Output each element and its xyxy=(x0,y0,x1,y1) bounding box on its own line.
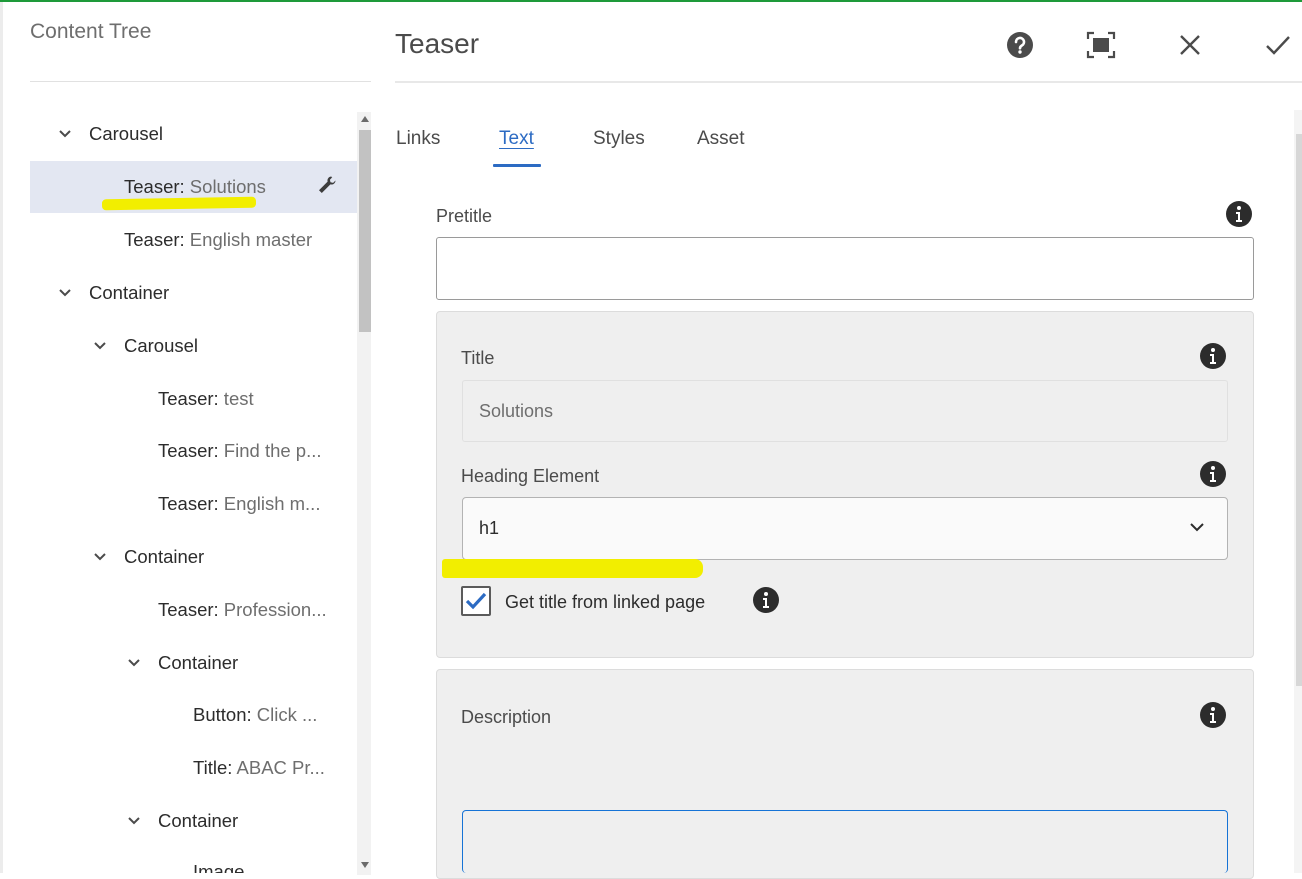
chevron-down-icon[interactable] xyxy=(127,814,141,828)
tree-item-type: Teaser: xyxy=(158,440,219,461)
close-icon xyxy=(1180,35,1200,55)
chevron-down-icon xyxy=(1190,523,1204,532)
get-title-label: Get title from linked page xyxy=(505,592,706,612)
tab-text[interactable]: Text xyxy=(499,128,534,150)
dialog-divider xyxy=(395,81,1302,83)
heading-element-label: Heading Element xyxy=(461,466,600,486)
tree-item-type: Teaser: xyxy=(124,229,185,250)
tree-item-type: Teaser: xyxy=(158,388,219,409)
chevron-down-icon[interactable] xyxy=(93,339,107,353)
dialog-scrollbar-thumb[interactable] xyxy=(1296,134,1302,686)
pretitle-input[interactable] xyxy=(436,237,1254,300)
fullscreen-icon xyxy=(1086,31,1116,59)
highlight-mark xyxy=(442,559,703,578)
tab-links[interactable]: Links xyxy=(396,128,440,150)
tree-item-type: Teaser: xyxy=(158,493,219,514)
info-icon[interactable] xyxy=(1199,342,1227,370)
tree-item-teaser-test[interactable]: Teaser: test xyxy=(30,373,357,425)
tree-item-name: English m... xyxy=(218,493,321,514)
info-icon[interactable] xyxy=(1225,200,1253,228)
tree-item-type: Container xyxy=(124,546,205,567)
tree-item-teaser-english[interactable]: Teaser: English m... xyxy=(30,478,357,530)
tree-item-type: Carousel xyxy=(124,335,199,356)
tree-item-carousel[interactable]: Carousel xyxy=(30,320,357,372)
tree-item-name: Solutions xyxy=(184,176,266,197)
tree-item-container[interactable]: Container xyxy=(30,531,357,583)
tree-item-type: Carousel xyxy=(89,123,164,144)
info-icon[interactable] xyxy=(1199,460,1227,488)
tree-item-type: Teaser: xyxy=(158,599,219,620)
tree-item-type: Container xyxy=(158,652,239,673)
panel-edge xyxy=(0,2,3,873)
heading-element-select[interactable]: h1 xyxy=(462,497,1228,560)
get-title-checkbox[interactable] xyxy=(461,586,491,616)
teaser-dialog: Teaser Links Text Styles Asset Pretitle xyxy=(371,2,1302,879)
close-button[interactable] xyxy=(1173,28,1207,62)
tree-item-type: Button: xyxy=(193,704,252,725)
title-input[interactable]: Solutions xyxy=(462,380,1228,442)
tree-item-name: ABAC Pr... xyxy=(232,757,325,778)
tree-item-container[interactable]: Container xyxy=(30,795,357,847)
help-button[interactable] xyxy=(1003,28,1037,62)
title-label: Title xyxy=(461,348,495,368)
content-tree-panel: Content Tree Carousel Teaser: Solutions … xyxy=(0,2,371,875)
checkmark-icon xyxy=(1266,36,1290,55)
description-editor[interactable] xyxy=(462,810,1228,873)
tree-item-title[interactable]: Title: ABAC Pr... xyxy=(30,742,357,794)
dialog-title: Teaser xyxy=(395,28,480,59)
chevron-down-icon[interactable] xyxy=(58,127,72,141)
tree-scrollbar-thumb[interactable] xyxy=(359,130,371,332)
tree-item-teaser-find[interactable]: Teaser: Find the p... xyxy=(30,425,357,477)
done-button[interactable] xyxy=(1261,28,1295,62)
tree-item-name: Click ... xyxy=(251,704,318,725)
info-icon[interactable] xyxy=(752,586,780,614)
chevron-down-icon[interactable] xyxy=(58,286,72,300)
tree-item-container[interactable]: Container xyxy=(30,637,357,689)
scroll-up-arrow-icon[interactable] xyxy=(361,116,369,122)
checkmark-icon xyxy=(465,592,487,610)
tab-asset[interactable]: Asset xyxy=(697,128,745,150)
wrench-icon[interactable] xyxy=(317,175,337,195)
chevron-down-icon[interactable] xyxy=(127,656,141,670)
scroll-down-arrow-icon[interactable] xyxy=(361,862,369,868)
tree-item-carousel[interactable]: Carousel xyxy=(30,108,357,160)
help-icon xyxy=(1007,32,1033,58)
tree-item-button[interactable]: Button: Click ... xyxy=(30,689,357,741)
tree-item-teaser-english-master[interactable]: Teaser: English master xyxy=(30,214,357,266)
info-icon[interactable] xyxy=(1199,701,1227,729)
heading-element-value: h1 xyxy=(479,518,500,538)
tree-divider xyxy=(30,81,371,82)
tree-item-type: Container xyxy=(158,810,239,831)
fullscreen-button[interactable] xyxy=(1084,28,1118,62)
tree-item-name: Profession... xyxy=(218,599,327,620)
description-label: Description xyxy=(461,707,552,727)
content-tree-title: Content Tree xyxy=(30,20,152,43)
tree-item-image[interactable]: Image xyxy=(30,848,357,873)
tree-item-type: Title: xyxy=(193,757,233,778)
pretitle-label: Pretitle xyxy=(436,206,493,226)
tree-item-name: Find the p... xyxy=(218,440,322,461)
tree-item-container[interactable]: Container xyxy=(30,267,357,319)
tree-item-type: Image xyxy=(193,861,245,873)
tree-item-type: Container xyxy=(89,282,170,303)
tree-item-type: Teaser: xyxy=(124,176,185,197)
chevron-down-icon[interactable] xyxy=(93,550,107,564)
tree-item-name: test xyxy=(218,388,254,409)
tree-item-name: English master xyxy=(184,229,313,250)
tree-item-teaser-profession[interactable]: Teaser: Profession... xyxy=(30,584,357,636)
tab-styles[interactable]: Styles xyxy=(593,128,645,150)
active-tab-indicator xyxy=(493,164,541,167)
